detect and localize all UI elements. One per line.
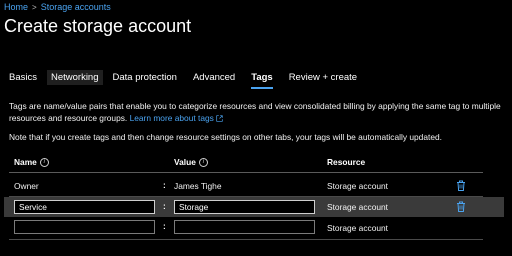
header-name-label: Name [14, 157, 37, 167]
trash-icon[interactable] [456, 180, 466, 191]
table-row: : Storage account [0, 197, 512, 217]
breadcrumb-storage-accounts[interactable]: Storage accounts [41, 2, 111, 12]
header-value: Value i [174, 157, 208, 167]
page-title: Create storage account [4, 16, 192, 36]
row-divider [9, 239, 483, 240]
tag-resource-cell: Storage account [327, 223, 388, 233]
tag-value-input[interactable] [174, 220, 315, 234]
header-divider [9, 172, 483, 173]
header-resource-label: Resource [327, 157, 366, 167]
info-icon[interactable]: i [39, 157, 49, 167]
tag-resource-cell: Storage account [327, 181, 388, 191]
tab-networking[interactable]: Networking [46, 70, 103, 85]
tab-basics[interactable]: Basics [9, 72, 37, 83]
tag-name-input[interactable] [14, 220, 155, 234]
tab-advanced[interactable]: Advanced [193, 72, 235, 83]
name-value-separator: : [163, 201, 166, 211]
tags-note: Note that if you create tags and then ch… [9, 132, 442, 142]
tags-description-text: Tags are name/value pairs that enable yo… [9, 101, 501, 123]
name-value-separator: : [163, 221, 166, 231]
breadcrumb-home[interactable]: Home [4, 2, 28, 12]
table-row: : Storage account [0, 218, 512, 238]
tab-review-create[interactable]: Review + create [289, 72, 357, 83]
tag-name-cell: Owner [14, 181, 39, 191]
learn-more-link-text: Learn more about tags [129, 113, 214, 123]
external-link-icon [216, 115, 223, 122]
tag-value-input[interactable] [174, 200, 315, 214]
header-resource: Resource [327, 157, 365, 167]
info-icon[interactable]: i [198, 157, 208, 167]
tag-value-cell: James Tighe [174, 181, 222, 191]
table-row: Owner : James Tighe Storage account [0, 176, 512, 196]
tab-data-protection[interactable]: Data protection [113, 72, 177, 83]
name-value-separator: : [163, 180, 166, 190]
chevron-right-icon: > [32, 2, 37, 12]
tab-bar: Basics Networking Data protection Advanc… [0, 70, 357, 90]
learn-more-link[interactable]: Learn more about tags [130, 113, 224, 123]
header-value-label: Value [174, 157, 196, 167]
header-name: Name i [14, 157, 49, 167]
breadcrumb: Home > Storage accounts [4, 2, 111, 12]
tag-name-input[interactable] [14, 200, 155, 214]
tab-tags[interactable]: Tags [251, 72, 274, 89]
tags-description: Tags are name/value pairs that enable yo… [9, 100, 505, 124]
tag-resource-cell: Storage account [327, 202, 388, 212]
trash-icon[interactable] [456, 201, 466, 212]
